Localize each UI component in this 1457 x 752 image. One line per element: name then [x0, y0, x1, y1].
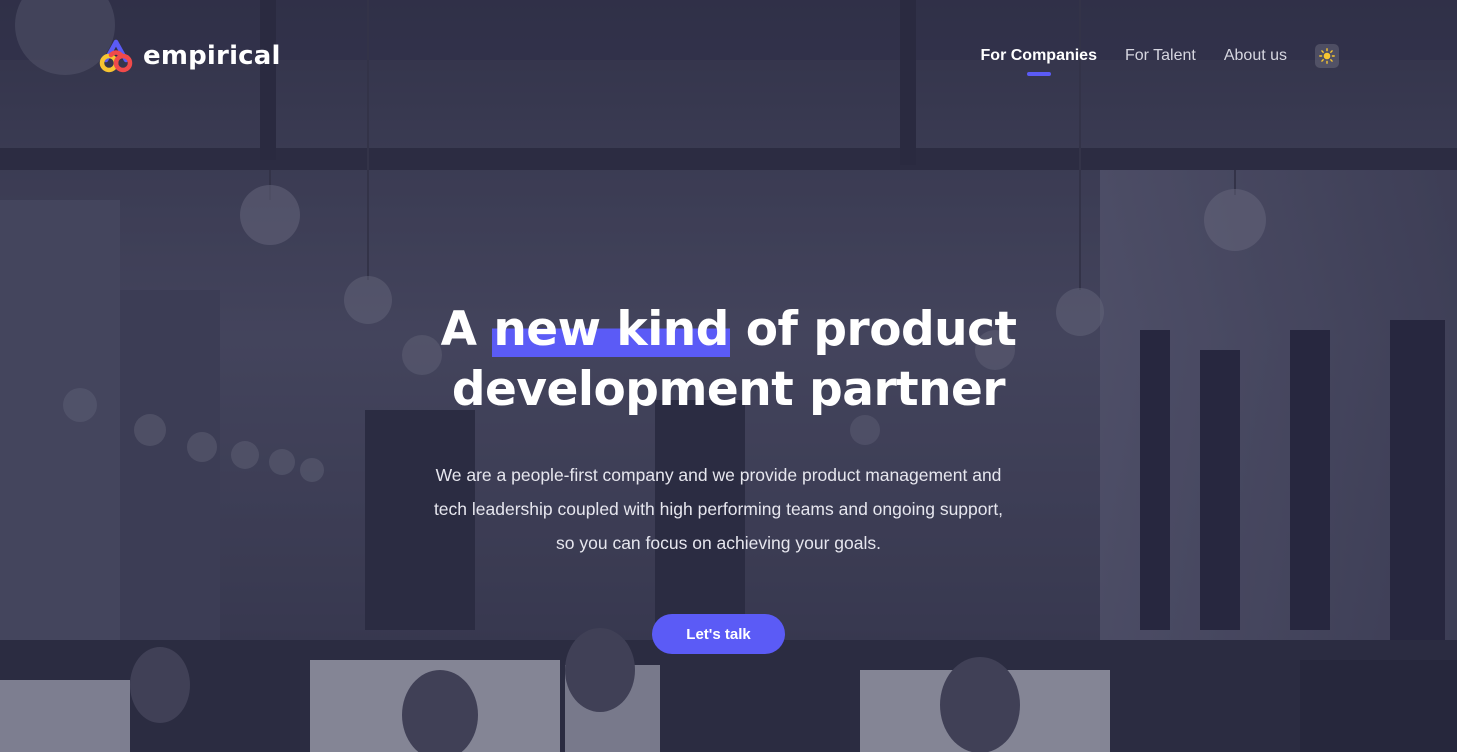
lets-talk-button[interactable]: Let's talk [652, 614, 785, 654]
title-line1-suffix: of product [729, 302, 1017, 357]
hero-subtitle: We are a people-first company and we pro… [433, 465, 1004, 553]
theme-toggle-button[interactable] [1315, 44, 1339, 68]
brand-name: empirical [143, 41, 281, 71]
nav-item-label: About us [1223, 47, 1287, 64]
nav-for-talent[interactable]: For Talent [1125, 44, 1196, 68]
sun-icon [1319, 48, 1335, 64]
title-prefix: A [440, 302, 493, 357]
nav-item-label: For Companies [980, 47, 1097, 64]
empirical-logo-icon [99, 39, 133, 73]
hero-title: A new kind of product development partne… [0, 300, 1457, 420]
title-highlight: new kind [492, 302, 730, 357]
title-line2: development partner [451, 362, 1006, 417]
nav-for-companies[interactable]: For Companies [980, 44, 1097, 76]
top-navigation: For Companies For Talent About us [980, 44, 1339, 76]
hero-section: empirical For Companies For Talent About… [0, 0, 1457, 752]
nav-item-label: For Talent [1124, 47, 1196, 64]
nav-about-us[interactable]: About us [1224, 44, 1287, 68]
active-indicator [1026, 72, 1051, 76]
brand-logo-link[interactable]: empirical [98, 38, 281, 74]
